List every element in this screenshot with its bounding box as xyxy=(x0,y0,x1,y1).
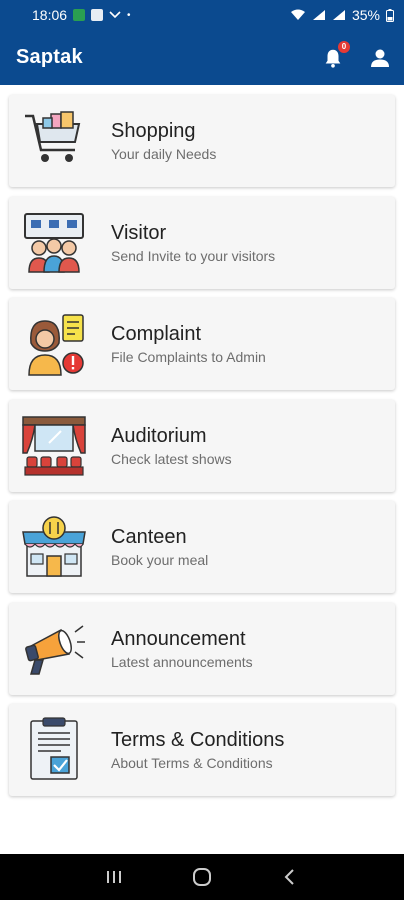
menu-list: Shopping Your daily Needs Visitor Send I… xyxy=(0,85,404,796)
menu-card-title: Terms & Conditions xyxy=(111,729,285,751)
menu-card-text: Complaint File Complaints to Admin xyxy=(111,323,266,365)
app-notification-icon xyxy=(73,9,86,21)
complaint-icon xyxy=(28,314,84,376)
menu-card-text: Announcement Latest announcements xyxy=(111,628,253,670)
missed-call-icon xyxy=(109,9,121,21)
signal-1-icon xyxy=(312,9,326,21)
menu-card-title: Complaint xyxy=(111,323,202,345)
menu-card-canteen[interactable]: Canteen Book your meal xyxy=(9,501,395,593)
menu-card-text: Terms & Conditions About Terms & Conditi… xyxy=(111,729,284,771)
signal-2-icon xyxy=(332,9,346,21)
menu-card-title: Announcement xyxy=(111,627,246,650)
app-actions: 0 xyxy=(322,40,390,69)
menu-card-complaint[interactable]: Complaint File Complaints to Admin xyxy=(9,298,395,390)
menu-card-text: Auditorium Check latest shows xyxy=(111,425,232,467)
more-notifications-dot: • xyxy=(127,9,131,21)
menu-card-title: Shopping xyxy=(111,120,196,142)
menu-card-text: Canteen Book your meal xyxy=(111,526,208,568)
status-time: 18:06 xyxy=(32,7,68,23)
menu-card-announcement[interactable]: Announcement Latest announcements xyxy=(9,602,395,695)
menu-card-text: Visitor Send Invite to your visitors xyxy=(111,222,275,264)
menu-card-subtitle: Check latest shows xyxy=(111,450,232,467)
menu-card-title: Canteen xyxy=(111,526,187,548)
menu-card-terms[interactable]: Terms & Conditions About Terms & Conditi… xyxy=(9,704,395,796)
menu-card-auditorium[interactable]: Auditorium Check latest shows xyxy=(9,399,395,492)
recents-icon xyxy=(107,871,121,883)
notification-badge: 0 xyxy=(338,40,350,53)
megaphone-icon xyxy=(25,624,85,675)
menu-card-subtitle: Latest announcements xyxy=(111,653,253,670)
gallery-notification-icon xyxy=(91,9,104,21)
menu-card-subtitle: About Terms & Conditions xyxy=(111,755,273,771)
visitor-group-icon xyxy=(24,212,84,273)
person-icon xyxy=(371,49,389,67)
profile-button[interactable] xyxy=(370,48,390,68)
menu-card-title: Visitor xyxy=(111,221,167,244)
shopping-cart-icon xyxy=(25,111,81,162)
menu-card-title: Auditorium xyxy=(111,424,207,447)
app-bar: Saptak 0 xyxy=(0,30,404,85)
battery-percent: 35% xyxy=(351,7,380,23)
status-right: 35% xyxy=(290,7,394,23)
menu-card-subtitle: Your daily Needs xyxy=(111,146,217,162)
status-left: 18:06 • xyxy=(32,7,131,23)
menu-card-subtitle: Book your meal xyxy=(111,552,209,568)
menu-card-subtitle: Send Invite to your visitors xyxy=(111,247,276,264)
menu-card-visitor[interactable]: Visitor Send Invite to your visitors xyxy=(9,196,395,289)
auditorium-icon xyxy=(22,415,86,476)
home-icon xyxy=(193,868,211,886)
wifi-icon xyxy=(290,9,306,21)
menu-card-shopping[interactable]: Shopping Your daily Needs xyxy=(9,95,395,187)
app-title: Saptak xyxy=(16,46,83,68)
document-checklist-icon xyxy=(30,717,78,780)
back-button[interactable] xyxy=(270,862,310,892)
menu-card-text: Shopping Your daily Needs xyxy=(111,120,216,162)
notifications-button[interactable]: 0 xyxy=(322,40,350,69)
battery-icon xyxy=(386,8,394,22)
system-nav-bar xyxy=(0,854,404,900)
recents-button[interactable] xyxy=(94,862,134,892)
home-button[interactable] xyxy=(182,862,222,892)
status-bar: 18:06 • 35% xyxy=(0,0,404,30)
canteen-icon xyxy=(22,516,86,577)
back-chevron-icon xyxy=(284,869,294,885)
menu-card-subtitle: File Complaints to Admin xyxy=(111,349,266,365)
